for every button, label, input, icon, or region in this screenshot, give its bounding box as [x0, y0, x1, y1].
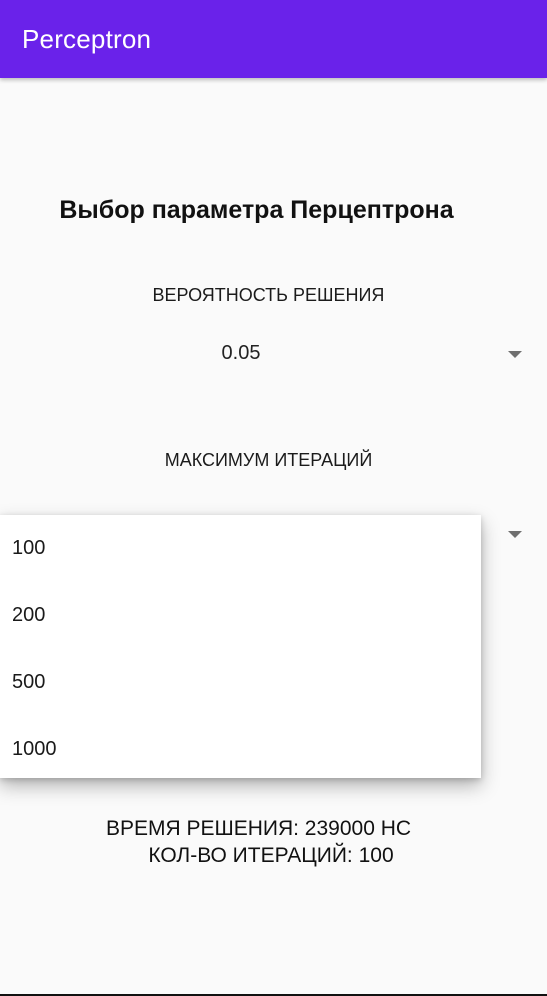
solve-time-text: ВРЕМЯ РЕШЕНИЯ: 239000 НС [105, 817, 412, 840]
page-title: Выбор параметра Перцептрона [59, 196, 454, 224]
iteration-count-text: КОЛ-ВО ИТЕРАЦИЙ: 100 [148, 844, 394, 867]
max-iterations-dropdown: 100 200 500 1000 [0, 515, 481, 778]
app-title: Perceptron [22, 24, 152, 54]
caret-down-icon [508, 531, 522, 538]
caret-down-icon [508, 351, 522, 358]
max-iterations-label: МАКСИМУМ ИТЕРАЦИЙ [164, 450, 373, 470]
dropdown-option-200[interactable]: 200 [0, 582, 481, 649]
probability-value: 0.05 [221, 342, 261, 364]
probability-label: ВЕРОЯТНОСТЬ РЕШЕНИЯ [152, 285, 385, 305]
app-bar: Perceptron [0, 0, 547, 78]
dropdown-option-1000[interactable]: 1000 [0, 716, 481, 783]
probability-spinner[interactable]: 0.05 [0, 332, 547, 378]
dropdown-option-500[interactable]: 500 [0, 649, 481, 716]
dropdown-option-100[interactable]: 100 [0, 515, 481, 582]
